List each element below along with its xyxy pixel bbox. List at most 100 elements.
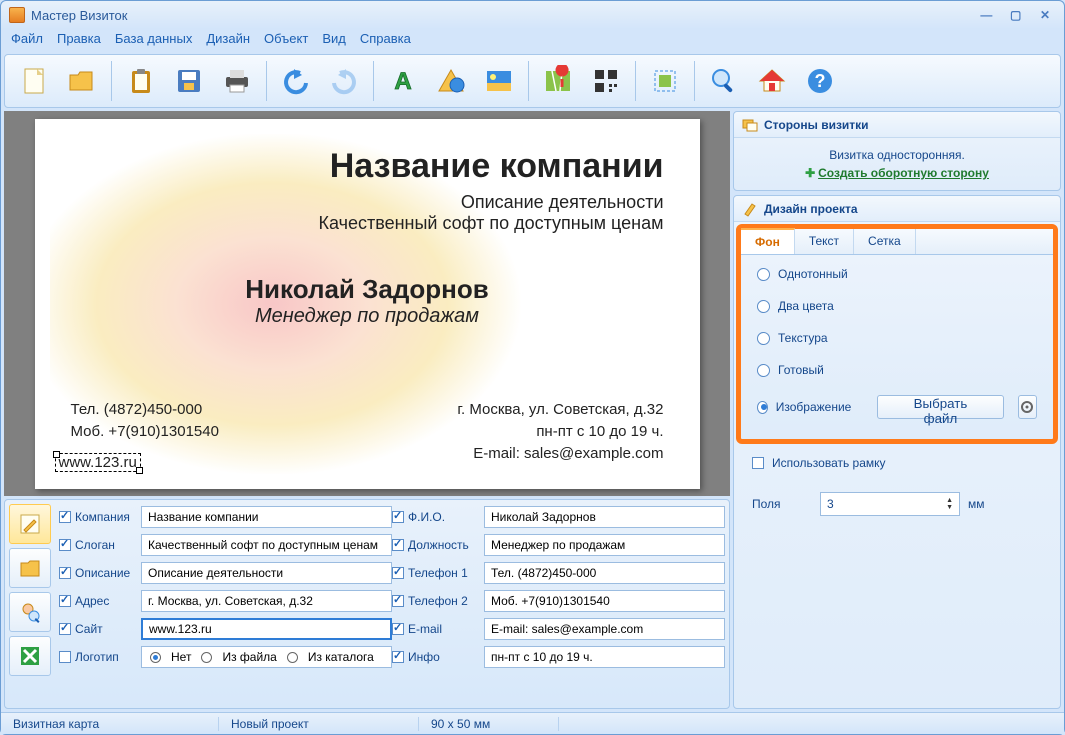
- label-desc: Описание: [75, 566, 137, 580]
- radio-bg-image[interactable]: [757, 401, 768, 414]
- menu-object[interactable]: Объект: [264, 31, 308, 49]
- label-slogan: Слоган: [75, 538, 137, 552]
- card-description-2[interactable]: Качественный софт по доступным ценам: [71, 213, 664, 234]
- help-button[interactable]: ?: [797, 58, 843, 104]
- canvas[interactable]: Название компании Описание деятельности …: [4, 111, 730, 496]
- card-mob[interactable]: Моб. +7(910)1301540: [71, 421, 219, 443]
- check-info[interactable]: [392, 651, 404, 663]
- design-header: Дизайн проекта: [764, 202, 858, 216]
- crop-tool-button[interactable]: [642, 58, 688, 104]
- check-tel2[interactable]: [392, 595, 404, 607]
- redo-button[interactable]: [321, 58, 367, 104]
- radio-bg-two[interactable]: [757, 300, 770, 313]
- check-site[interactable]: [59, 623, 71, 635]
- statusbar: Визитная карта Новый проект 90 x 50 мм: [1, 712, 1064, 734]
- open-button[interactable]: [59, 58, 105, 104]
- card-person[interactable]: Николай Задорнов: [71, 274, 664, 305]
- input-company[interactable]: [141, 506, 392, 528]
- menu-design[interactable]: Дизайн: [206, 31, 250, 49]
- margins-input[interactable]: 3▲▼: [820, 492, 960, 516]
- check-addr[interactable]: [59, 595, 71, 607]
- design-tabs: Фон Текст Сетка: [741, 229, 1053, 255]
- radio-logo-file[interactable]: [201, 652, 212, 663]
- shape-tool-button[interactable]: [428, 58, 474, 104]
- input-info[interactable]: [484, 646, 725, 668]
- check-fio[interactable]: [392, 511, 404, 523]
- label-fio: Ф.И.О.: [408, 510, 480, 524]
- close-button[interactable]: ✕: [1034, 6, 1056, 24]
- card-role[interactable]: Менеджер по продажам: [71, 305, 664, 328]
- input-site[interactable]: [141, 618, 392, 640]
- mode-export-button[interactable]: [9, 636, 51, 676]
- input-email[interactable]: [484, 618, 725, 640]
- radio-logo-none[interactable]: [150, 652, 161, 663]
- tab-background[interactable]: Фон: [741, 228, 795, 254]
- check-use-frame[interactable]: [752, 457, 764, 469]
- minimize-button[interactable]: —: [975, 6, 997, 24]
- check-desc[interactable]: [59, 567, 71, 579]
- save-button[interactable]: [166, 58, 212, 104]
- menu-file[interactable]: Файл: [11, 31, 43, 49]
- home-button[interactable]: [749, 58, 795, 104]
- choose-file-button[interactable]: Выбрать файл: [877, 395, 1003, 419]
- business-card[interactable]: Название компании Описание деятельности …: [35, 119, 700, 489]
- tab-grid[interactable]: Сетка: [854, 229, 916, 254]
- menu-edit[interactable]: Правка: [57, 31, 101, 49]
- text-tool-button[interactable]: A: [380, 58, 426, 104]
- input-fio[interactable]: [484, 506, 725, 528]
- label-site: Сайт: [75, 622, 137, 636]
- tab-text[interactable]: Текст: [795, 229, 854, 254]
- maximize-button[interactable]: ▢: [1005, 6, 1027, 24]
- sides-info: Визитка односторонняя.: [734, 144, 1060, 166]
- input-tel2[interactable]: [484, 590, 725, 612]
- status-type: Визитная карта: [1, 717, 219, 731]
- map-tool-button[interactable]: [535, 58, 581, 104]
- card-tel[interactable]: Тел. (4872)450-000: [71, 399, 219, 421]
- input-slogan[interactable]: [141, 534, 392, 556]
- spin-up[interactable]: ▲: [946, 497, 953, 504]
- card-email[interactable]: E-mail: sales@example.com: [457, 443, 663, 465]
- print-button[interactable]: [214, 58, 260, 104]
- menu-view[interactable]: Вид: [322, 31, 346, 49]
- input-tel1[interactable]: [484, 562, 725, 584]
- card-company[interactable]: Название компании: [71, 147, 664, 186]
- new-button[interactable]: [11, 58, 57, 104]
- menu-database[interactable]: База данных: [115, 31, 192, 49]
- paste-button[interactable]: [118, 58, 164, 104]
- qr-tool-button[interactable]: [583, 58, 629, 104]
- image-tool-button[interactable]: [476, 58, 522, 104]
- mode-edit-button[interactable]: [9, 504, 51, 544]
- preview-button[interactable]: [701, 58, 747, 104]
- svg-text:A: A: [394, 68, 411, 95]
- create-back-link[interactable]: Создать оборотную сторону: [818, 166, 989, 180]
- radio-bg-texture[interactable]: [757, 332, 770, 345]
- card-hours[interactable]: пн-пт с 10 до 19 ч.: [457, 421, 663, 443]
- mode-db-button[interactable]: [9, 548, 51, 588]
- spin-down[interactable]: ▼: [946, 504, 953, 511]
- menu-help[interactable]: Справка: [360, 31, 411, 49]
- radio-bg-preset[interactable]: [757, 364, 770, 377]
- highlighted-background-section: Фон Текст Сетка Однотонный Два цвета Тек…: [736, 224, 1058, 444]
- mode-search-button[interactable]: [9, 592, 51, 632]
- undo-button[interactable]: [273, 58, 319, 104]
- check-slogan[interactable]: [59, 539, 71, 551]
- card-description-1[interactable]: Описание деятельности: [71, 192, 664, 213]
- label-logo: Логотип: [75, 650, 137, 664]
- logo-radio-group: Нет Из файла Из каталога: [141, 646, 392, 668]
- input-role[interactable]: [484, 534, 725, 556]
- check-tel1[interactable]: [392, 567, 404, 579]
- use-frame-label: Использовать рамку: [772, 456, 886, 470]
- input-addr[interactable]: [141, 590, 392, 612]
- bg-settings-button[interactable]: [1018, 395, 1037, 419]
- radio-bg-solid[interactable]: [757, 268, 770, 281]
- sides-icon: [742, 117, 758, 133]
- card-site-selected[interactable]: www.123.ru: [55, 453, 141, 472]
- check-company[interactable]: [59, 511, 71, 523]
- radio-logo-catalog[interactable]: [287, 652, 298, 663]
- card-addr[interactable]: г. Москва, ул. Советская, д.32: [457, 399, 663, 421]
- check-email[interactable]: [392, 623, 404, 635]
- input-desc[interactable]: [141, 562, 392, 584]
- check-role[interactable]: [392, 539, 404, 551]
- status-project: Новый проект: [219, 717, 419, 731]
- check-logo[interactable]: [59, 651, 71, 663]
